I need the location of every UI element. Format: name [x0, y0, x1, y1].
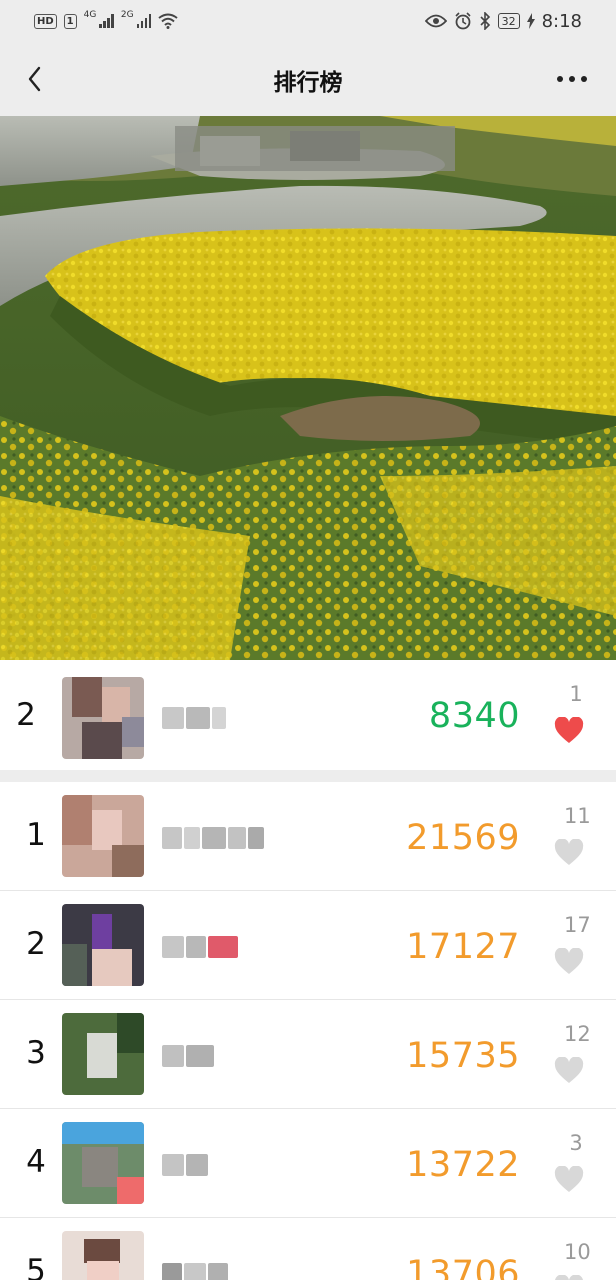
heart-filled-icon[interactable] — [554, 717, 584, 744]
rank-number: 5 — [26, 1253, 46, 1280]
username-blurred — [162, 824, 264, 852]
heart-outline-icon[interactable] — [554, 839, 584, 866]
like-count: 17 — [564, 913, 591, 937]
avatar[interactable] — [62, 795, 144, 877]
rank-number: 4 — [26, 1144, 46, 1180]
ranking-row-4[interactable]: 4 13722 3 — [0, 1109, 616, 1218]
avatar[interactable] — [62, 1013, 144, 1095]
like-count: 11 — [564, 804, 591, 828]
ranking-row-1[interactable]: 1 21569 11 — [0, 782, 616, 891]
step-count: 21569 — [406, 818, 520, 858]
hd-badge: HD — [34, 13, 57, 29]
ranking-row-2[interactable]: 2 17127 17 — [0, 891, 616, 1000]
my-rank-card[interactable]: 2 8340 1 — [0, 660, 616, 770]
step-count: 17127 — [406, 927, 520, 967]
eye-icon — [424, 14, 447, 28]
username-blurred — [162, 1260, 228, 1280]
clock: 8:18 — [541, 10, 582, 32]
more-options-icon[interactable] — [554, 68, 590, 90]
sim-badge: 1 — [63, 13, 77, 29]
rank-number: 2 — [26, 926, 46, 962]
status-bar: HD 1 4G 2G 32 8:18 — [0, 0, 616, 42]
alarm-icon — [455, 12, 471, 30]
like-count: 12 — [564, 1022, 591, 1046]
username-blurred — [162, 1151, 208, 1179]
heart-outline-icon[interactable] — [554, 948, 584, 975]
avatar[interactable] — [62, 1231, 144, 1280]
wifi-icon — [158, 13, 178, 29]
rank-number: 1 — [26, 817, 46, 853]
rank-number: 3 — [26, 1035, 46, 1071]
avatar[interactable] — [62, 904, 144, 986]
like-count: 10 — [564, 1240, 591, 1264]
ranking-list: 1 21569 11 2 17127 17 3 15735 12 4 13722… — [0, 782, 616, 1280]
my-step-count: 8340 — [428, 696, 520, 736]
step-count: 13722 — [406, 1145, 520, 1185]
step-count: 15735 — [406, 1036, 520, 1076]
battery-indicator: 32 — [497, 13, 520, 29]
heart-outline-icon[interactable] — [554, 1166, 584, 1193]
my-like-count: 1 — [569, 682, 583, 706]
charging-icon — [526, 13, 535, 29]
network-2g-label: 2G — [120, 10, 134, 20]
signal-icon-2 — [136, 14, 152, 28]
username-blurred — [162, 1042, 214, 1070]
heart-outline-icon[interactable] — [554, 1057, 584, 1084]
rapeseed-field-image — [0, 116, 616, 660]
signal-icon — [99, 14, 114, 28]
avatar[interactable] — [62, 1122, 144, 1204]
like-count: 3 — [569, 1131, 583, 1155]
status-left: HD 1 4G 2G — [34, 10, 178, 29]
username-blurred — [162, 933, 238, 961]
cover-photo — [0, 116, 616, 660]
my-rank-number: 2 — [16, 697, 36, 733]
heart-outline-icon[interactable] — [554, 1275, 584, 1280]
ranking-row-5[interactable]: 5 13706 10 — [0, 1218, 616, 1280]
network-4g-label: 4G — [83, 10, 97, 20]
my-username-blurred — [162, 704, 226, 732]
bluetooth-icon — [480, 12, 490, 30]
page-title: 排行榜 — [273, 70, 343, 96]
my-avatar[interactable] — [62, 677, 144, 759]
step-count: 13706 — [406, 1254, 520, 1280]
ranking-row-3[interactable]: 3 15735 12 — [0, 1000, 616, 1109]
status-right: 32 8:18 — [424, 10, 582, 32]
nav-bar: 排行榜 — [0, 42, 616, 116]
